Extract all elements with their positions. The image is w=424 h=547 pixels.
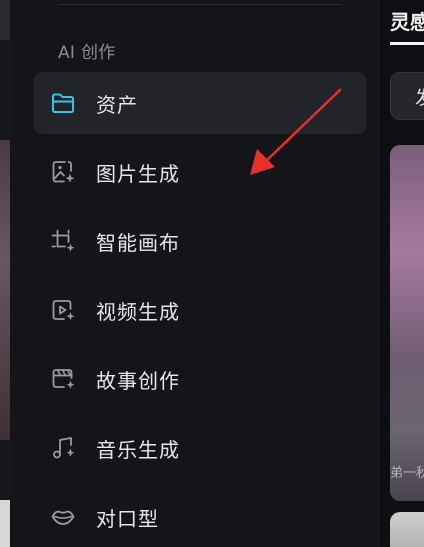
sidebar-item-label: 视频生成	[96, 299, 180, 324]
sidebar-item-image-generation[interactable]: 图片生成	[33, 141, 367, 203]
image-sparkle-icon	[50, 159, 76, 185]
crop-canvas-icon	[50, 228, 76, 254]
music-note-icon	[50, 435, 76, 461]
sidebar-item-label: 对口型	[96, 506, 159, 531]
sidebar: AI 创作 资产 图片生成 智能画布 视频生成 故事创作 音乐生成 对口型	[10, 0, 379, 547]
sidebar-item-lip-sync[interactable]: 对口型	[33, 486, 367, 547]
folder-icon	[50, 90, 76, 116]
video-sparkle-icon	[50, 297, 76, 323]
inspiration-card[interactable]	[390, 512, 424, 547]
app-viewport: AI 创作 资产 图片生成 智能画布 视频生成 故事创作 音乐生成 对口型 灵感…	[0, 0, 424, 547]
sidebar-item-label: 图片生成	[96, 161, 180, 186]
background-page-edge	[0, 0, 10, 547]
inspiration-card[interactable]: 弟一秋	[390, 145, 424, 501]
sidebar-item-story-creation[interactable]: 故事创作	[33, 348, 367, 410]
sidebar-item-label: 智能画布	[96, 230, 180, 255]
sidebar-item-label: 音乐生成	[96, 437, 180, 462]
tab-inspiration[interactable]: 灵感	[390, 6, 424, 35]
active-tab-indicator	[390, 42, 424, 45]
main-content: 灵感 发 弟一秋	[379, 0, 424, 547]
sidebar-item-label: 资产	[96, 92, 138, 117]
lips-icon	[50, 504, 76, 530]
sidebar-item-video-generation[interactable]: 视频生成	[33, 279, 367, 341]
filter-chip[interactable]: 发	[390, 72, 424, 120]
divider	[58, 4, 342, 5]
filter-chip-label: 发	[415, 83, 424, 110]
nav-list: 资产 图片生成 智能画布 视频生成 故事创作 音乐生成 对口型	[33, 72, 367, 547]
section-label: AI 创作	[58, 43, 116, 63]
sidebar-item-assets[interactable]: 资产	[33, 72, 367, 134]
sidebar-item-music-generation[interactable]: 音乐生成	[33, 417, 367, 479]
sidebar-item-smart-canvas[interactable]: 智能画布	[33, 210, 367, 272]
story-board-icon	[50, 366, 76, 392]
card-caption: 弟一秋	[390, 466, 424, 481]
sidebar-item-label: 故事创作	[96, 368, 180, 393]
